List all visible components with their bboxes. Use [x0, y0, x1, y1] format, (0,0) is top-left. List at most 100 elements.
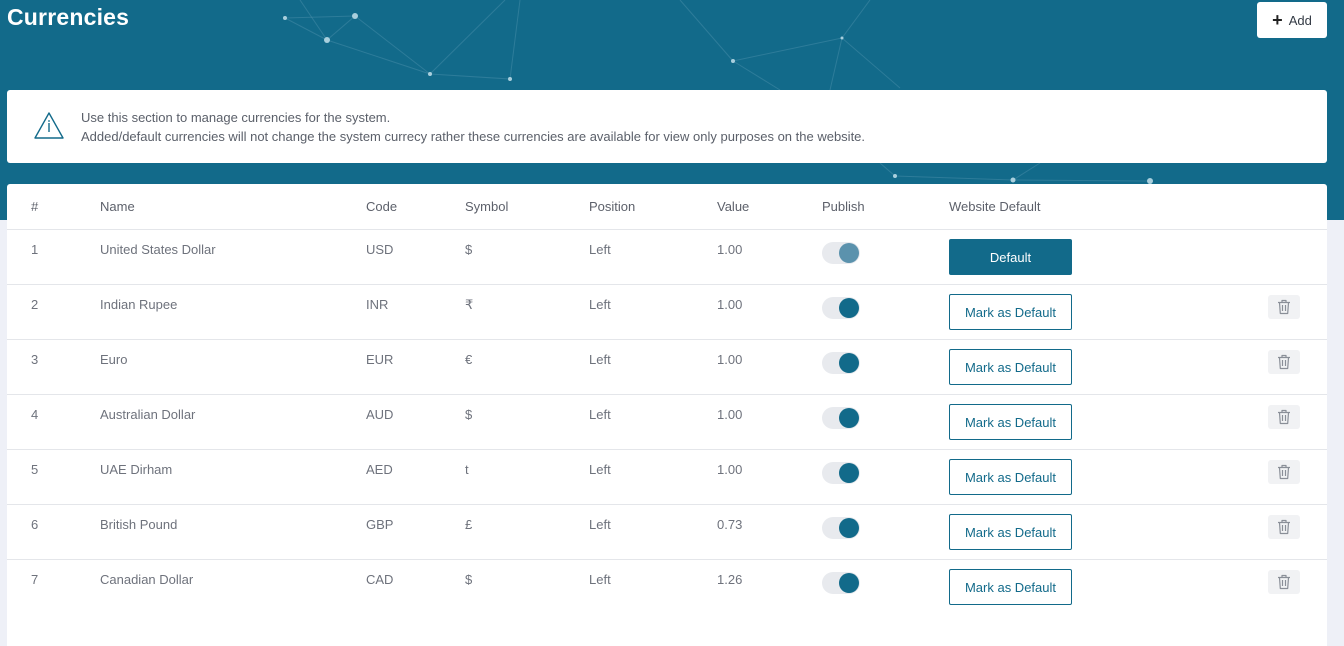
cell-index: 6 — [31, 517, 39, 532]
toggle-knob — [839, 573, 859, 593]
cell-position: Left — [589, 407, 611, 422]
cell-position: Left — [589, 572, 611, 587]
toggle-knob — [839, 408, 859, 428]
cell-value: 1.00 — [717, 462, 743, 477]
cell-position: Left — [589, 517, 611, 532]
cell-code: AED — [366, 462, 393, 477]
header-symbol: Symbol — [465, 199, 509, 214]
cell-name: Euro — [100, 352, 128, 367]
header-position: Position — [589, 199, 636, 214]
cell-value: 0.73 — [717, 517, 743, 532]
cell-value: 1.00 — [717, 352, 743, 367]
mark-as-default-button[interactable]: Mark as Default — [949, 404, 1072, 440]
table-row: 2 Indian Rupee INR ₹ Left 1.00 Mark as D… — [7, 285, 1327, 340]
trash-icon — [1278, 464, 1290, 480]
cell-symbol: ₹ — [465, 297, 474, 312]
trash-icon — [1278, 299, 1290, 315]
currencies-table: # Name Code Symbol Position Value Publis… — [7, 184, 1327, 646]
header-code: Code — [366, 199, 398, 214]
publish-toggle[interactable] — [822, 462, 860, 484]
publish-toggle[interactable] — [822, 572, 860, 594]
header-name: Name — [100, 199, 135, 214]
table-header: # Name Code Symbol Position Value Publis… — [7, 184, 1327, 230]
publish-toggle[interactable] — [822, 352, 860, 374]
cell-name: Indian Rupee — [100, 297, 178, 312]
cell-value: 1.00 — [717, 242, 743, 257]
mark-as-default-button[interactable]: Mark as Default — [949, 514, 1072, 550]
delete-button[interactable] — [1268, 350, 1300, 374]
publish-toggle[interactable] — [822, 407, 860, 429]
toggle-knob — [839, 518, 859, 538]
toggle-knob — [839, 298, 859, 318]
default-button[interactable]: Default — [949, 239, 1072, 275]
cell-code: INR — [366, 297, 389, 312]
cell-code: GBP — [366, 517, 394, 532]
trash-icon — [1278, 409, 1290, 425]
cell-symbol: $ — [465, 572, 473, 587]
cell-code: EUR — [366, 352, 394, 367]
cell-name: United States Dollar — [100, 242, 216, 257]
cell-symbol: $ — [465, 242, 473, 257]
publish-toggle[interactable] — [822, 242, 860, 264]
table-row: 5 UAE Dirham AED t Left 1.00 Mark as Def… — [7, 450, 1327, 505]
cell-index: 3 — [31, 352, 39, 367]
cell-name: British Pound — [100, 517, 178, 532]
trash-icon — [1278, 574, 1290, 590]
cell-index: 7 — [31, 572, 39, 587]
cell-name: Canadian Dollar — [100, 572, 194, 587]
delete-button[interactable] — [1268, 570, 1300, 594]
header-website-default: Website Default — [949, 199, 1041, 214]
cell-index: 4 — [31, 407, 39, 422]
cell-index: 1 — [31, 242, 39, 257]
delete-button[interactable] — [1268, 515, 1300, 539]
mark-as-default-button[interactable]: Mark as Default — [949, 459, 1072, 495]
cell-position: Left — [589, 352, 611, 367]
cell-value: 1.00 — [717, 297, 743, 312]
cell-code: AUD — [366, 407, 394, 422]
info-line-1: Use this section to manage currencies fo… — [81, 110, 391, 125]
table-row: 6 British Pound GBP £ Left 0.73 Mark as … — [7, 505, 1327, 560]
cell-code: CAD — [366, 572, 394, 587]
cell-name: Australian Dollar — [100, 407, 196, 422]
cell-code: USD — [366, 242, 394, 257]
trash-icon — [1278, 519, 1290, 535]
toggle-knob — [839, 463, 859, 483]
cell-position: Left — [589, 242, 611, 257]
plus-icon: + — [1272, 9, 1283, 30]
table-row: 1 United States Dollar USD $ Left 1.00 D… — [7, 230, 1327, 285]
cell-value: 1.26 — [717, 572, 743, 587]
mark-as-default-button[interactable]: Mark as Default — [949, 294, 1072, 330]
toggle-knob — [839, 353, 859, 373]
publish-toggle[interactable] — [822, 297, 860, 319]
delete-button[interactable] — [1268, 295, 1300, 319]
publish-toggle[interactable] — [822, 517, 860, 539]
toggle-knob — [839, 243, 859, 263]
table-row: 4 Australian Dollar AUD $ Left 1.00 Mark… — [7, 395, 1327, 450]
warning-icon — [34, 112, 64, 139]
cell-index: 2 — [31, 297, 39, 312]
cell-symbol: t — [465, 462, 469, 477]
cell-symbol: $ — [465, 407, 473, 422]
delete-button[interactable] — [1268, 460, 1300, 484]
cell-position: Left — [589, 297, 611, 312]
header-value: Value — [717, 199, 750, 214]
mark-as-default-button[interactable]: Mark as Default — [949, 569, 1072, 605]
info-notice: Use this section to manage currencies fo… — [7, 90, 1327, 163]
cell-index: 5 — [31, 462, 39, 477]
delete-button[interactable] — [1268, 405, 1300, 429]
header-publish: Publish — [822, 199, 865, 214]
page-title: Currencies — [7, 4, 130, 30]
table-row: 7 Canadian Dollar CAD $ Left 1.26 Mark a… — [7, 560, 1327, 615]
trash-icon — [1278, 354, 1290, 370]
cell-position: Left — [589, 462, 611, 477]
cell-value: 1.00 — [717, 407, 743, 422]
cell-name: UAE Dirham — [100, 462, 173, 477]
cell-symbol: £ — [465, 517, 473, 532]
add-button-label: Add — [1288, 12, 1312, 28]
table-row: 3 Euro EUR € Left 1.00 Mark as Default — [7, 340, 1327, 395]
cell-symbol: € — [465, 352, 473, 367]
add-currency-button[interactable]: + Add — [1257, 2, 1327, 38]
mark-as-default-button[interactable]: Mark as Default — [949, 349, 1072, 385]
header-index: # — [31, 199, 39, 214]
info-line-2: Added/default currencies will not change… — [81, 129, 866, 144]
